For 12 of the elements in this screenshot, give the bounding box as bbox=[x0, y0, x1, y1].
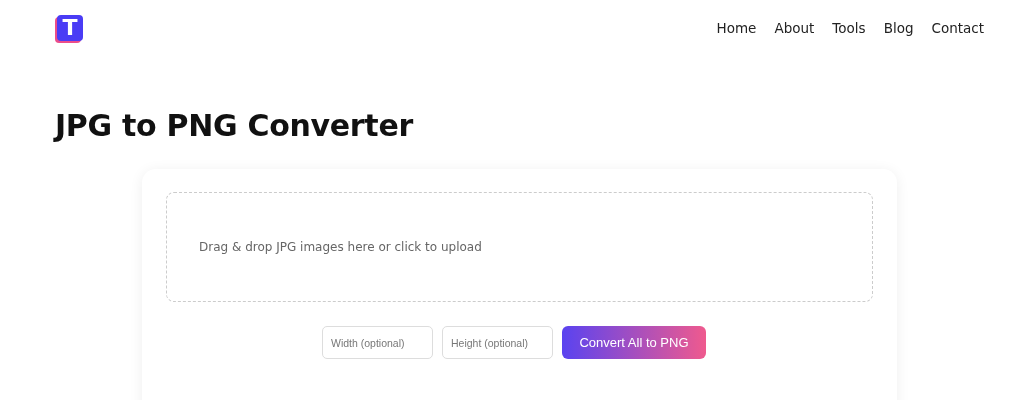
dropzone-text: Drag & drop JPG images here or click to upload bbox=[199, 240, 482, 254]
nav-link[interactable]: Contact bbox=[931, 20, 984, 36]
logo[interactable]: T bbox=[57, 15, 83, 41]
nav-link[interactable]: Blog bbox=[883, 20, 914, 36]
height-input[interactable]: Height (optional) bbox=[442, 326, 553, 359]
upload-dropzone[interactable]: Drag & drop JPG images here or click to upload bbox=[166, 192, 873, 302]
nav-link[interactable]: Home bbox=[716, 20, 757, 36]
nav-link[interactable]: Tools bbox=[832, 20, 866, 36]
page-title: JPG to PNG Converter bbox=[55, 107, 415, 145]
convert-button[interactable]: Convert All to PNG bbox=[562, 326, 706, 359]
nav-link[interactable]: About bbox=[774, 20, 815, 36]
width-input[interactable]: Width (optional) bbox=[322, 326, 433, 359]
